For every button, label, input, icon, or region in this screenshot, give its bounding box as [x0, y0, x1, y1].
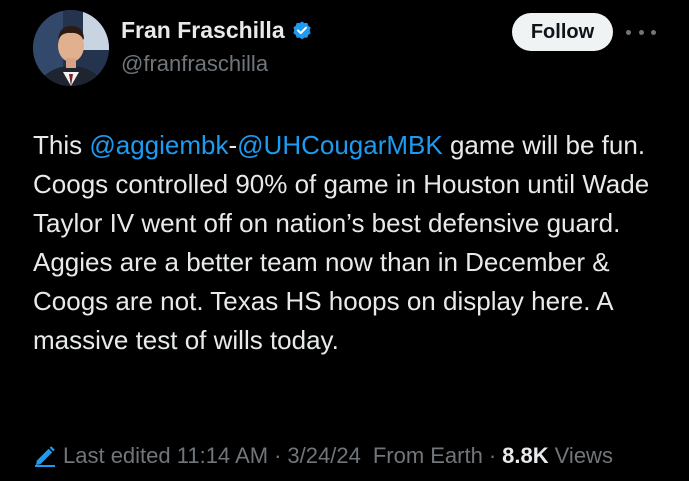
last-edited-link[interactable]: Last edited 11:14 AM: [63, 443, 268, 469]
avatar-image: [33, 10, 109, 86]
meta-separator: ·: [274, 443, 282, 468]
views-label: Views: [554, 443, 613, 468]
pencil-icon[interactable]: [33, 444, 57, 468]
avatar[interactable]: [33, 10, 109, 86]
display-name-row: Fran Fraschilla: [121, 17, 313, 44]
views-count[interactable]: 8.8K: [502, 443, 548, 469]
meta-separator: ·: [488, 443, 497, 468]
post-source: From Earth: [372, 443, 483, 468]
post-meta: Last edited 11:14 AM · 3/24/24 From Eart…: [33, 443, 613, 469]
handle[interactable]: @franfraschilla: [121, 51, 268, 77]
more-dot: [638, 29, 644, 35]
post: Fran Fraschilla @franfraschilla Follow T…: [0, 0, 689, 481]
tweet-text-joiner: -: [228, 130, 238, 160]
tweet-text-prefix: This: [33, 130, 90, 160]
tweet-text-body: game will be fun. Coogs controlled 90% o…: [33, 130, 650, 355]
verified-badge-icon: [291, 20, 313, 42]
more-horizontal-icon[interactable]: [626, 27, 656, 37]
more-dot: [626, 29, 631, 35]
more-dot: [651, 29, 656, 35]
follow-button[interactable]: Follow: [512, 13, 613, 51]
tweet-text: This @aggiembk-@UHCougarMBK game will be…: [33, 126, 673, 360]
mention-aggiembk[interactable]: @aggiembk: [89, 130, 228, 160]
display-name[interactable]: Fran Fraschilla: [121, 17, 285, 44]
mention-uhcougarmbk[interactable]: @UHCougarMBK: [237, 130, 443, 160]
post-date[interactable]: 3/24/24: [287, 443, 360, 469]
